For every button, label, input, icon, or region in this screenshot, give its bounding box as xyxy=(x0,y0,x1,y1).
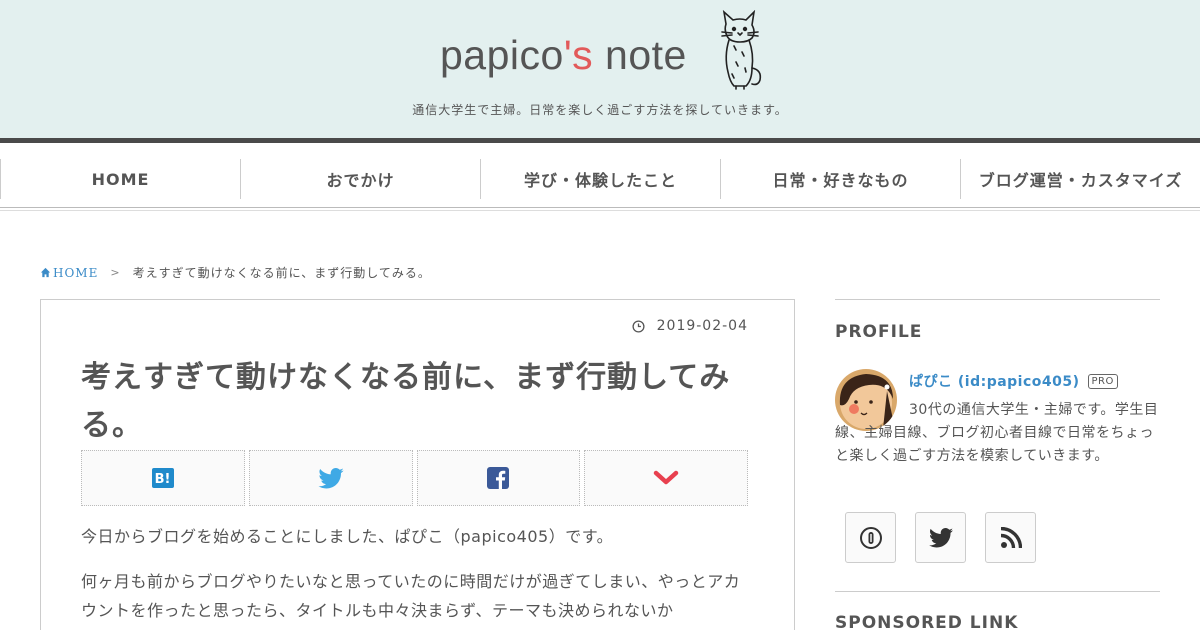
site-logo[interactable]: papico's note xyxy=(440,32,687,79)
breadcrumb-current: 考えすぎて動けなくなる前に、まず行動してみる。 xyxy=(132,266,431,280)
nav-item-home[interactable]: HOME xyxy=(0,159,240,199)
post-date: 2019-02-04 xyxy=(632,318,748,334)
profile-description-text: 30代の通信大学生・主婦です。学生目線、主婦目線、ブログ初心者目線で日常をちょっ… xyxy=(835,402,1159,464)
breadcrumb-separator: > xyxy=(110,266,121,279)
nav-divider xyxy=(0,207,1200,208)
header-border-bar xyxy=(0,138,1200,143)
site-header: papico's note 通信大学生で主婦。日常を楽しく過ごす方法を探していき… xyxy=(0,0,1200,138)
share-hatena-bookmark-button[interactable]: B! xyxy=(81,450,245,506)
post-date-text: 2019-02-04 xyxy=(656,318,748,334)
profile-heading: PROFILE xyxy=(835,322,923,342)
share-pocket-button[interactable] xyxy=(584,450,748,506)
entry-paragraph: 何ヶ月も前からブログやりたいなと思っていたのに時間だけが過ぎてしまい、やっとアカ… xyxy=(81,572,741,620)
sponsored-heading: SPONSORED LINK xyxy=(835,613,1019,630)
entry-title[interactable]: 考えすぎて動けなくなる前に、まず行動してみる。 xyxy=(81,354,751,450)
logo-text-main: papico xyxy=(440,32,564,78)
facebook-icon xyxy=(487,467,510,489)
sidebar-divider xyxy=(835,591,1160,592)
pocket-icon xyxy=(653,470,679,485)
hatena-subscribe-button[interactable] xyxy=(845,512,896,563)
svg-text:B!: B! xyxy=(154,472,170,487)
entry-paragraph: 今日からブログを始めることにしました、ぱぴこ（papico405）です。 xyxy=(81,527,614,546)
nav-item-nichijou[interactable]: 日常・好きなもの xyxy=(720,159,960,199)
hatena-subscribe-icon xyxy=(859,526,882,549)
rss-button[interactable] xyxy=(985,512,1036,563)
cat-logo-illustration xyxy=(721,10,762,90)
entry-body: 今日からブログを始めることにしました、ぱぴこ（papico405）です。 何ヶ月… xyxy=(81,522,751,630)
twitter-icon xyxy=(318,467,344,488)
article-card: 2019-02-04 考えすぎて動けなくなる前に、まず行動してみる。 B! 今日… xyxy=(40,299,795,630)
home-icon xyxy=(40,267,51,278)
twitter-icon xyxy=(928,527,953,547)
pro-badge: PRO xyxy=(1087,373,1118,389)
logo-text-accent: 's xyxy=(563,32,594,78)
breadcrumb: HOME > 考えすぎて動けなくなる前に、まず行動してみる。 xyxy=(40,264,431,281)
follow-buttons xyxy=(845,512,1036,563)
share-facebook-button[interactable] xyxy=(416,450,581,506)
share-buttons: B! xyxy=(81,450,748,506)
nav-item-manabi[interactable]: 学び・体験したこと xyxy=(480,159,720,199)
hatena-bookmark-icon: B! xyxy=(151,468,174,488)
rss-icon xyxy=(1000,526,1022,548)
profile-name-text: ぱぴこ (id:papico405) xyxy=(909,374,1080,390)
twitter-follow-button[interactable] xyxy=(915,512,966,563)
share-twitter-button[interactable] xyxy=(248,450,413,506)
nav-item-odekake[interactable]: おでかけ xyxy=(240,159,480,199)
logo-text-tail: note xyxy=(593,32,687,78)
global-nav: HOME おでかけ 学び・体験したこと 日常・好きなもの ブログ運営・カスタマイ… xyxy=(0,159,1200,199)
profile-name[interactable]: ぱぴこ (id:papico405) PRO xyxy=(909,371,1118,391)
nav-item-blog-unei[interactable]: ブログ運営・カスタマイズ xyxy=(960,159,1200,199)
profile-description: 30代の通信大学生・主婦です。学生目線、主婦目線、ブログ初心者目線で日常をちょっ… xyxy=(835,399,1160,468)
breadcrumb-home-label: HOME xyxy=(53,265,99,280)
sidebar-divider xyxy=(835,299,1160,300)
breadcrumb-home-link[interactable]: HOME xyxy=(40,266,98,280)
site-tagline: 通信大学生で主婦。日常を楽しく過ごす方法を探していきます。 xyxy=(412,103,788,117)
nav-divider-secondary xyxy=(0,210,1200,211)
clock-icon xyxy=(632,319,645,333)
